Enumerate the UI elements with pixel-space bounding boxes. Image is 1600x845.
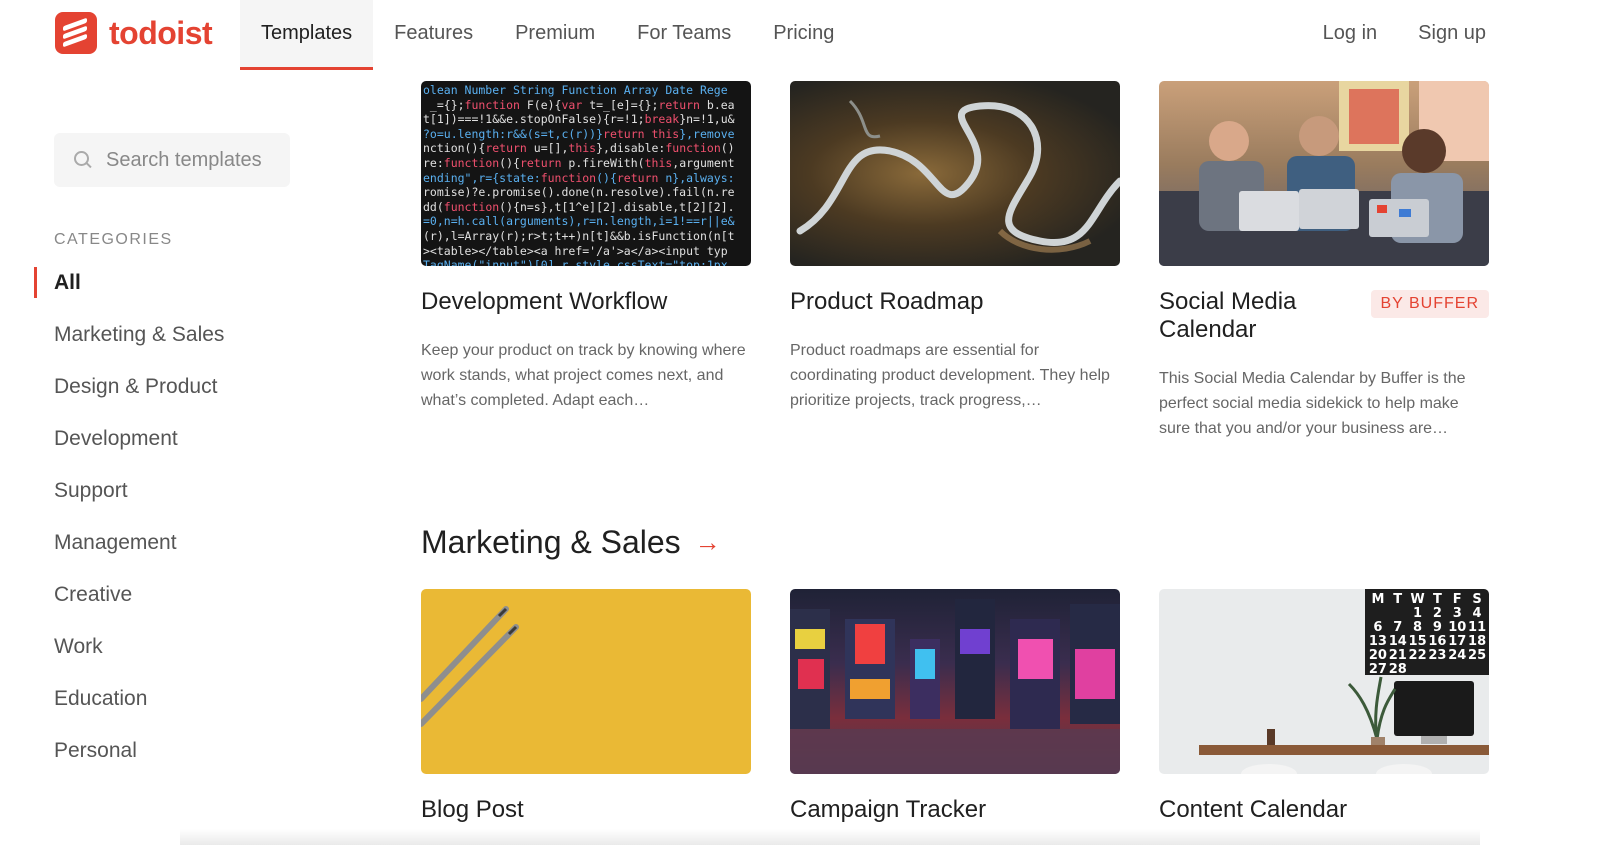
- nav-premium[interactable]: Premium: [494, 0, 616, 70]
- login-link[interactable]: Log in: [1323, 22, 1378, 45]
- category-creative[interactable]: Creative: [54, 579, 354, 631]
- code-line: re:function(){return p.fireWith(this,arg…: [423, 155, 735, 170]
- code-line: ending",r={state:function(){return n},al…: [423, 170, 735, 185]
- code-line: t[1])===!1&&e.stopOnFalse){r=!1;break}n=…: [423, 112, 735, 127]
- pencils-image: [421, 589, 751, 774]
- category-marketing-sales[interactable]: Marketing & Sales: [54, 319, 354, 371]
- card-title: Content Calendar: [1159, 796, 1348, 823]
- nav-pricing[interactable]: Pricing: [752, 0, 855, 70]
- site-header: todoist Templates Features Premium For T…: [0, 0, 1600, 70]
- code-line: =0,n=h.call(arguments),r=n.length,i=1!==…: [423, 214, 735, 229]
- search-box[interactable]: [54, 133, 290, 187]
- template-card-campaign-tracker[interactable]: Campaign Tracker: [790, 589, 1120, 824]
- code-line: dd(function(){n=s},t[1^e][2].disable,t[2…: [423, 199, 735, 214]
- categories-heading: CATEGORIES: [54, 231, 173, 248]
- code-line: nction(){return u=[],this},disable:funct…: [423, 141, 735, 156]
- category-management[interactable]: Management: [54, 527, 354, 579]
- nav-features[interactable]: Features: [373, 0, 494, 70]
- card-description: This Social Media Calendar by Buffer is …: [1159, 370, 1466, 437]
- code-screenshot-image: olean Number String Function Array Date …: [421, 81, 751, 266]
- category-support[interactable]: Support: [54, 475, 354, 527]
- template-card-product-roadmap[interactable]: Product Roadmap Product roadmaps are ess…: [790, 81, 1120, 413]
- code-line: ><table></table><a href='/a'>a</a><input…: [423, 243, 728, 258]
- team-laptops-image: [1159, 81, 1489, 266]
- category-all[interactable]: All: [34, 267, 354, 319]
- main-nav: Templates Features Premium For Teams Pri…: [240, 0, 855, 70]
- category-work[interactable]: Work: [54, 631, 354, 683]
- card-description: Product roadmaps are essential for coord…: [790, 342, 1110, 409]
- card-title: Social Media Calendar: [1159, 288, 1297, 343]
- sidebar: CATEGORIES All Marketing & Sales Design …: [34, 133, 354, 787]
- card-description: Keep your product on track by knowing wh…: [421, 342, 746, 409]
- winding-road-image: [790, 81, 1120, 266]
- template-card-content-calendar[interactable]: M T W T F S 1 2 3 4 6 7 8 9 10 11 13 14 15 16 17 18 20 21 22 23 24…: [1159, 589, 1489, 824]
- desk-calendar-image: M T W T F S 1 2 3 4 6 7 8 9 10 11 13 14 15 16 17 18 20 21 22 23 24…: [1159, 589, 1489, 774]
- card-title-row: Social Media Calendar BY BUFFER: [1159, 288, 1489, 344]
- code-line: TagName("input")[0],r.style.cssText="top…: [423, 258, 728, 266]
- signup-link[interactable]: Sign up: [1418, 22, 1486, 45]
- category-development[interactable]: Development: [54, 423, 354, 475]
- code-line: romise)?e.promise().done(n.resolve).fail…: [423, 185, 735, 200]
- auth-links: Log in Sign up: [1323, 0, 1486, 66]
- code-line: ?o=u.length:r&&(s=t,c(r))}return this},r…: [423, 126, 735, 141]
- todoist-logo-icon: [55, 12, 97, 54]
- template-card-social-media-calendar[interactable]: Social Media Calendar BY BUFFER This Soc…: [1159, 81, 1489, 441]
- category-personal[interactable]: Personal: [54, 735, 354, 787]
- template-card-blog-post[interactable]: Blog Post: [421, 589, 751, 824]
- search-icon: [74, 151, 92, 169]
- search-input[interactable]: [106, 148, 286, 172]
- by-buffer-badge: BY BUFFER: [1370, 290, 1489, 318]
- category-design-product[interactable]: Design & Product: [54, 371, 354, 423]
- code-line: olean Number String Function Array Date …: [423, 83, 728, 97]
- card-title: Development Workflow: [421, 288, 668, 315]
- todoist-logo[interactable]: todoist: [55, 12, 213, 54]
- category-list: All Marketing & Sales Design & Product D…: [34, 267, 354, 787]
- category-education[interactable]: Education: [54, 683, 354, 735]
- nav-for-teams[interactable]: For Teams: [616, 0, 752, 70]
- marketing-sales-section-link[interactable]: Marketing & Sales →: [421, 524, 721, 561]
- card-title: Campaign Tracker: [790, 796, 987, 823]
- template-card-development-workflow[interactable]: olean Number String Function Array Date …: [421, 81, 751, 413]
- card-title: Product Roadmap: [790, 288, 984, 315]
- arrow-right-icon: →: [694, 527, 721, 557]
- scroll-fade: [180, 829, 1480, 845]
- code-line: (r),l=Array(r);r>t;t++)n[t]&&b.isFunctio…: [423, 228, 735, 243]
- section-title: Marketing & Sales: [421, 524, 681, 560]
- code-line: _={};function F(e){var t=_[e]={};return …: [423, 97, 735, 112]
- nav-templates[interactable]: Templates: [240, 0, 374, 70]
- card-title: Blog Post: [421, 796, 524, 823]
- times-square-image: [790, 589, 1120, 774]
- brand-name: todoist: [109, 14, 213, 51]
